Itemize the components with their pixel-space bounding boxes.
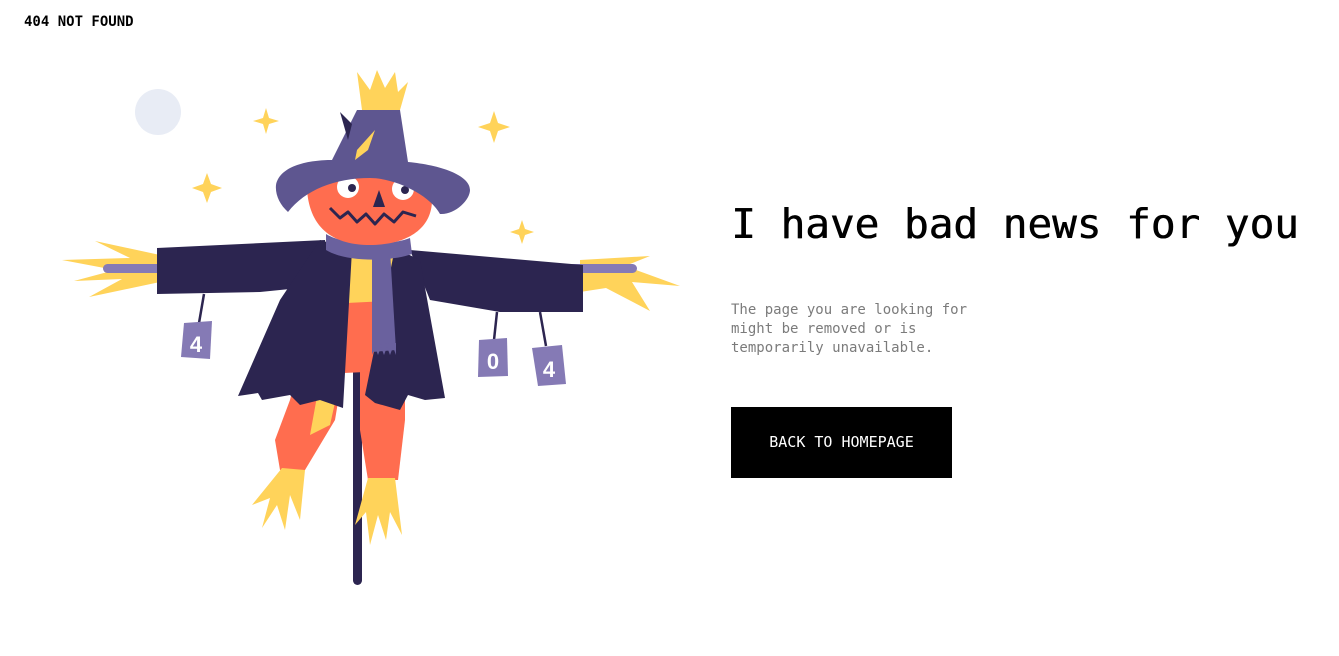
- can-middle: 0: [478, 311, 508, 377]
- brand-label: 404 NOT FOUND: [24, 14, 134, 30]
- can-left: 4: [181, 293, 212, 359]
- can-right: 4: [532, 311, 566, 386]
- scarecrow-illustration: 4 0 4: [62, 70, 680, 585]
- can-middle-label: 0: [487, 349, 499, 374]
- can-right-label: 4: [543, 357, 556, 382]
- can-left-label: 4: [190, 332, 203, 357]
- error-message: The page you are looking for might be re…: [731, 302, 968, 356]
- moon: [135, 89, 181, 135]
- back-to-homepage-button[interactable]: BACK TO HOMEPAGE: [731, 407, 952, 478]
- page-title: I have bad news for you: [731, 200, 1299, 248]
- not-found-page: 404 NOT FOUND 4 0 4 I have bad news for …: [0, 0, 1339, 656]
- message-panel: I have bad news for you The page you are…: [731, 200, 1331, 478]
